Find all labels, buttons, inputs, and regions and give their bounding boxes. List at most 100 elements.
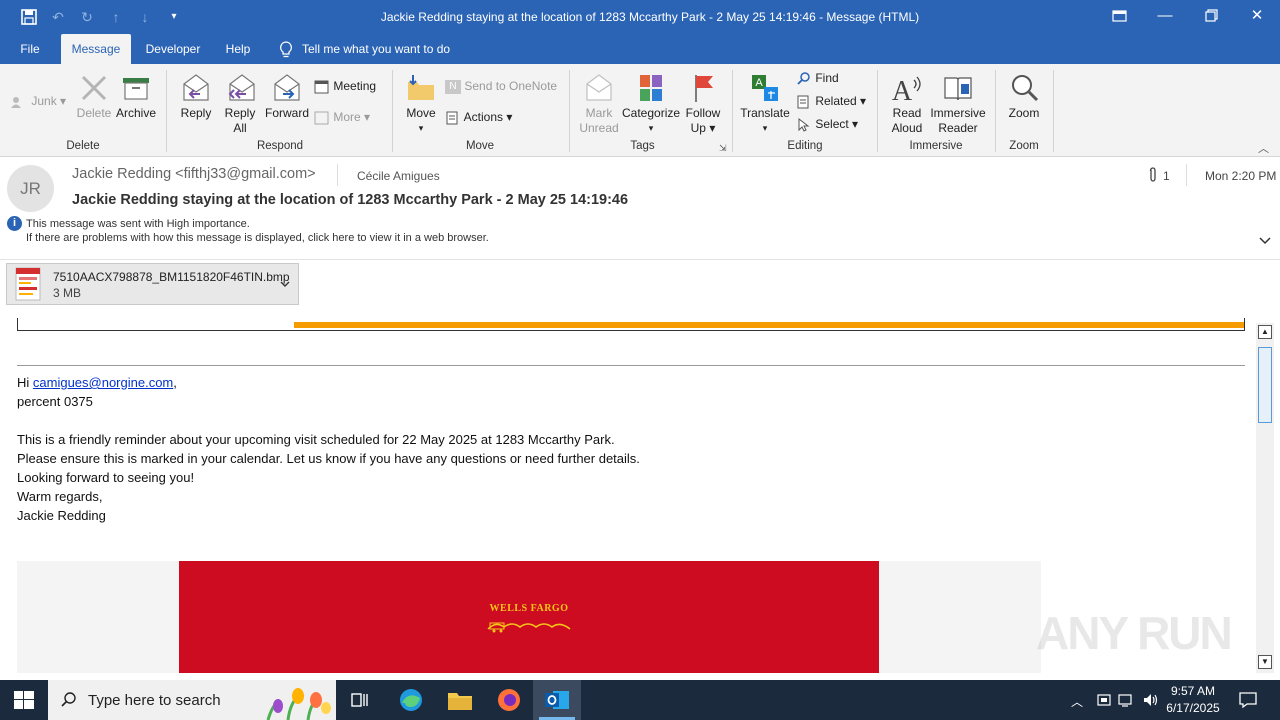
- show-hidden-icons-icon[interactable]: ︿: [1071, 693, 1083, 710]
- actions-button[interactable]: Actions ▾: [445, 110, 512, 125]
- clock-date[interactable]: 6/17/2025: [1162, 701, 1224, 715]
- firefox-icon[interactable]: [496, 687, 522, 713]
- maximize-icon[interactable]: [1188, 0, 1234, 34]
- expand-header-icon[interactable]: [1258, 236, 1272, 246]
- mark-unread-button[interactable]: Mark Unread: [577, 72, 621, 136]
- translate-button[interactable]: A Translate ▾: [738, 72, 792, 136]
- immersive-reader-button[interactable]: Immersive Reader: [928, 72, 988, 136]
- scrollbar-thumb[interactable]: [1258, 347, 1272, 423]
- separator: [166, 70, 167, 152]
- find-button[interactable]: Find: [796, 71, 839, 86]
- read-aloud-button[interactable]: A Read Aloud: [886, 72, 928, 136]
- junk-button[interactable]: Junk ▾: [10, 94, 66, 109]
- redo-icon[interactable]: ↻: [76, 7, 98, 27]
- more-respond-button[interactable]: More ▾: [314, 110, 370, 125]
- title-bar: ↶ ↻ ↑ ↓ ▾ Jackie Redding staying at the …: [0, 0, 1280, 34]
- close-icon[interactable]: ✕: [1234, 0, 1280, 34]
- reply-icon: [180, 72, 212, 104]
- delete-button[interactable]: Delete: [72, 72, 116, 121]
- scroll-up-icon[interactable]: ▲: [1258, 325, 1272, 339]
- notifications-icon[interactable]: [1238, 691, 1258, 709]
- attachment-menu-icon[interactable]: [275, 274, 295, 294]
- tab-developer[interactable]: Developer: [138, 34, 208, 64]
- translate-icon: A: [749, 72, 781, 104]
- volume-icon[interactable]: [1142, 692, 1160, 708]
- importance-notice: This message was sent with High importan…: [26, 218, 250, 230]
- body-line: percent 0375: [17, 394, 93, 409]
- follow-up-button[interactable]: Follow Up ▾: [682, 72, 724, 136]
- edge-browser-icon[interactable]: [398, 687, 424, 713]
- group-tags-label: Tags: [630, 140, 655, 152]
- email-link[interactable]: camigues@norgine.com: [33, 375, 173, 390]
- security-tray-icon[interactable]: [1096, 692, 1112, 708]
- zoom-button[interactable]: Zoom: [1002, 72, 1046, 121]
- group-immersive-label: Immersive: [909, 140, 963, 152]
- taskbar-search-box[interactable]: Type here to search: [48, 680, 336, 720]
- up-arrow-icon[interactable]: ↑: [105, 7, 127, 27]
- greeting-line: Hi camigues@norgine.com,: [17, 375, 177, 390]
- tell-me-search[interactable]: Tell me what you want to do: [302, 34, 462, 64]
- group-respond-label: Respond: [256, 140, 304, 152]
- customize-qat-icon[interactable]: ▾: [163, 7, 185, 27]
- save-icon[interactable]: [18, 7, 40, 27]
- separator: [1053, 70, 1054, 152]
- categorize-button[interactable]: Categorize ▾: [622, 72, 680, 136]
- svg-text:A: A: [892, 76, 913, 104]
- tags-dialog-launcher-icon[interactable]: ⇲: [719, 143, 727, 154]
- forward-icon: [271, 72, 303, 104]
- more-icon: [314, 111, 330, 125]
- related-button[interactable]: Related ▾: [796, 94, 866, 109]
- onenote-icon: N: [445, 79, 461, 94]
- file-explorer-icon[interactable]: [447, 688, 473, 712]
- reply-all-button[interactable]: Reply All: [219, 72, 261, 136]
- windows-start-icon[interactable]: [14, 691, 34, 709]
- attachment-card[interactable]: 7510AACX798878_BM1151820F46TIN.bmp 3 MB: [6, 263, 299, 305]
- ribbon-display-icon[interactable]: [1096, 0, 1142, 34]
- junk-icon: [10, 95, 28, 109]
- display-problem-notice[interactable]: If there are problems with how this mess…: [26, 232, 489, 244]
- send-to-onenote-button[interactable]: N Send to OneNote: [445, 79, 557, 94]
- body-rule: [17, 365, 1245, 366]
- ribbon: Junk ▾ Delete Archive Delete Reply Reply…: [0, 64, 1280, 157]
- tab-message[interactable]: Message: [61, 34, 131, 64]
- anyrun-watermark: ANY RUN: [1036, 607, 1233, 659]
- read-aloud-icon: A: [891, 72, 923, 104]
- sender[interactable]: Jackie Redding <fifthj33@gmail.com>: [72, 166, 316, 182]
- body-paragraph: Looking forward to seeing you!: [17, 470, 195, 485]
- move-button[interactable]: Move ▾: [400, 72, 442, 136]
- task-view-icon[interactable]: [350, 691, 370, 709]
- minimize-icon[interactable]: —: [1142, 0, 1188, 34]
- group-zoom-label: Zoom: [1009, 140, 1039, 152]
- archive-button[interactable]: Archive: [114, 72, 158, 121]
- search-icon: [60, 691, 78, 709]
- outlook-taskbar-button[interactable]: [533, 680, 581, 720]
- stagecoach-logo-icon: [486, 617, 572, 633]
- tab-help[interactable]: Help: [218, 34, 258, 64]
- header-divider: [1186, 164, 1187, 186]
- group-delete-label: Delete: [66, 140, 100, 152]
- recipient[interactable]: Cécile Amigues: [357, 169, 440, 183]
- avatar: JR: [7, 165, 54, 212]
- search-highlight-tulips-icon: [258, 682, 334, 720]
- down-arrow-icon[interactable]: ↓: [134, 7, 156, 27]
- scroll-down-icon[interactable]: ▼: [1258, 655, 1272, 669]
- undo-icon[interactable]: ↶: [47, 7, 69, 27]
- network-icon[interactable]: [1118, 692, 1136, 708]
- ribbon-tabs: File Message Developer Help Tell me what…: [0, 34, 1280, 64]
- collapse-ribbon-icon[interactable]: ︿: [1258, 140, 1269, 156]
- brand-logo-text: WELLS FARGO: [489, 603, 569, 614]
- forward-button[interactable]: Forward: [262, 72, 312, 121]
- orange-bar: [294, 322, 1244, 328]
- wells-fargo-banner[interactable]: WELLS FARGO: [179, 561, 879, 673]
- meeting-button[interactable]: Meeting: [314, 79, 376, 94]
- paperclip-icon: [1147, 167, 1159, 183]
- vertical-scrollbar[interactable]: ▲ ▼: [1256, 323, 1274, 673]
- select-button[interactable]: Select ▾: [796, 117, 858, 132]
- tab-file[interactable]: File: [8, 34, 52, 64]
- received-date: Mon 2:20 PM: [1205, 169, 1277, 183]
- message-subject: Jackie Redding staying at the location o…: [72, 192, 629, 208]
- clock-time[interactable]: 9:57 AM: [1162, 684, 1224, 698]
- message-body: Hi camigues@norgine.com, percent 0375 Th…: [0, 318, 1256, 673]
- attachment-size: 3 MB: [53, 286, 82, 300]
- reply-button[interactable]: Reply: [174, 72, 218, 121]
